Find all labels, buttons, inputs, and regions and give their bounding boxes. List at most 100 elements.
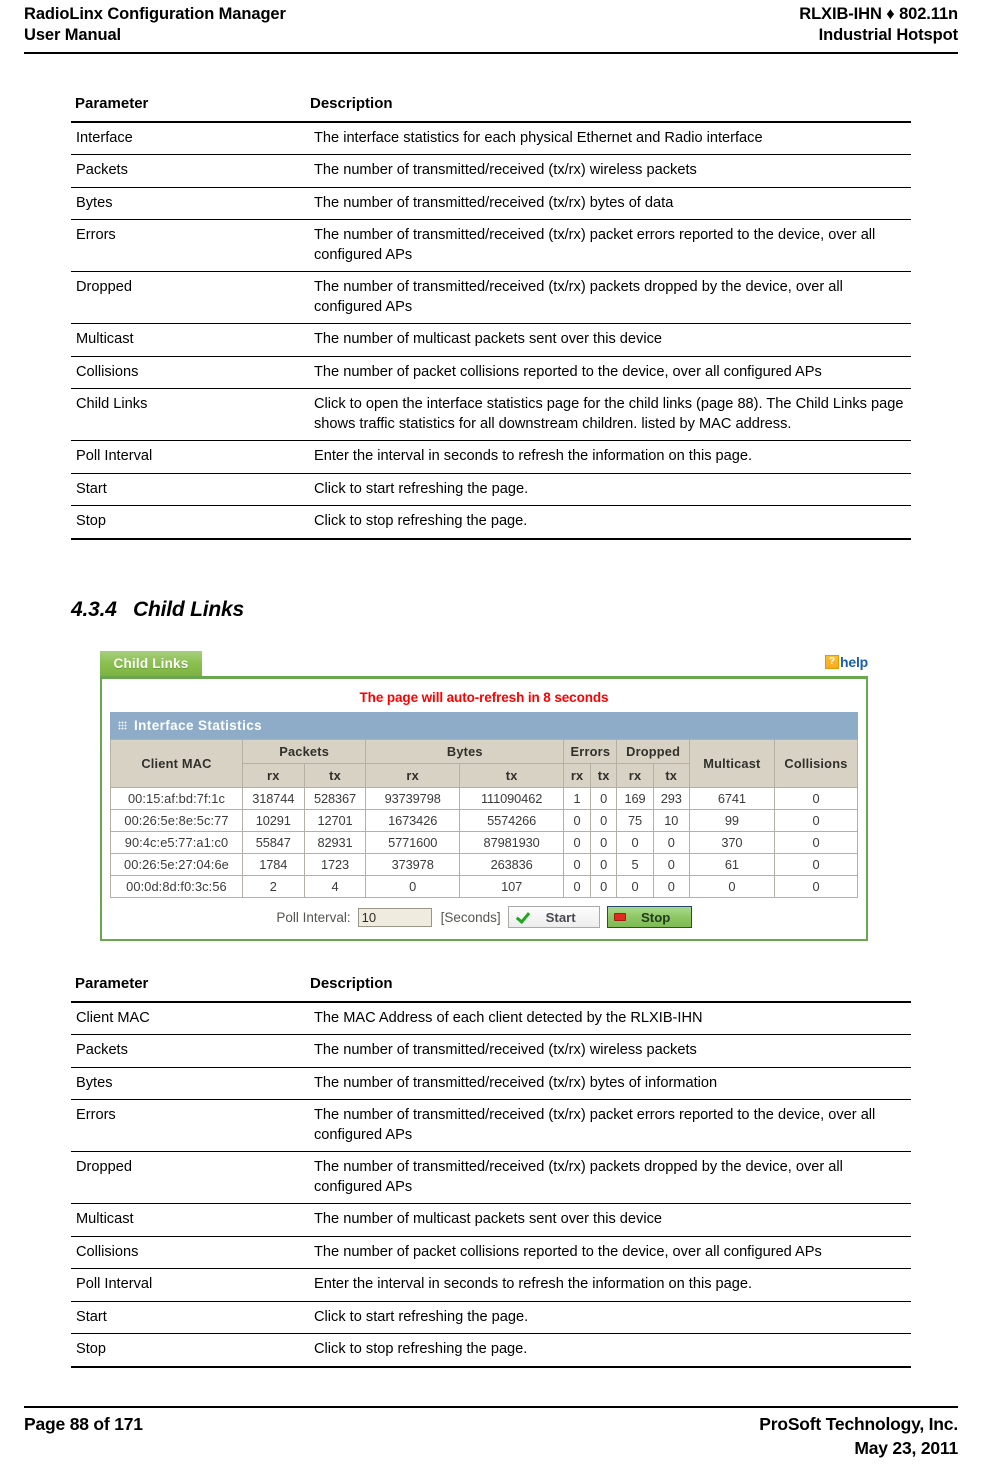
section-heading: 4.3.4 Child Links	[71, 598, 244, 622]
footer-company: ProSoft Technology, Inc.	[759, 1414, 958, 1434]
stats-cell-errors-tx: 0	[589, 875, 618, 898]
stats-cell-errors-tx: 0	[589, 809, 618, 832]
parameter-name: Poll Interval	[71, 1268, 306, 1302]
parameter-description: The MAC Address of each client detected …	[306, 1001, 911, 1035]
stats-cell-errors-rx: 1	[563, 787, 591, 810]
stats-cell-multicast: 61	[688, 853, 775, 876]
table-row: Errors The number of transmitted/received…	[71, 1099, 911, 1152]
parameter-description: The number of packet collisions reported…	[306, 356, 911, 389]
parameter-name: Poll Interval	[71, 440, 306, 474]
table-row: Client MAC The MAC Address of each client…	[71, 1001, 911, 1035]
parameter-table-child-links: Parameter Description Client MAC The MAC …	[71, 968, 911, 1368]
stats-cell-collisions: 0	[773, 853, 859, 876]
stats-cell-collisions: 0	[773, 875, 859, 898]
header-manual-title: RadioLinx Configuration Manager	[24, 5, 286, 23]
footer-left: Page 88 of 171	[24, 1412, 143, 1436]
parameter-description: The number of transmitted/received (tx/r…	[306, 154, 911, 188]
parameter-description: The number of transmitted/received (tx/r…	[306, 187, 911, 220]
poll-interval-units: [Seconds]	[440, 909, 501, 925]
stats-cell-dropped-tx: 0	[652, 875, 690, 898]
app-content-panel: The page will auto-refresh in 8 seconds …	[100, 676, 868, 941]
help-link[interactable]: ? help	[825, 654, 868, 670]
header-left: RadioLinx Configuration Manager User Man…	[24, 4, 286, 46]
table-row: Multicast The number of multicast packets…	[71, 323, 911, 357]
stats-cell-dropped-tx: 10	[652, 809, 690, 832]
parameter-description: Click to start refreshing the page.	[306, 473, 911, 506]
poll-interval-input[interactable]	[357, 907, 432, 927]
stats-cell-bytes-rx: 5771600	[365, 831, 460, 854]
stats-col-dropped: Dropped	[616, 739, 690, 764]
stats-row: 00:26:5e:27:04:6e 1784 1723 373978 263836 0 0 5…	[110, 853, 859, 876]
help-label: help	[840, 654, 868, 670]
table-row: Poll Interval Enter the interval in secon…	[71, 1268, 911, 1302]
stats-subcol-bytes-rx: rx	[365, 763, 460, 788]
panel-header-interface-statistics: Interface Statistics	[110, 712, 858, 739]
stats-cell-packets-tx: 82931	[303, 831, 367, 854]
table-row: Collisions The number of packet collision…	[71, 1236, 911, 1269]
parameter-description: The number of transmitted/received (tx/r…	[306, 1034, 911, 1068]
column-header-parameter: Parameter	[71, 88, 306, 123]
auto-refresh-message: The page will auto-refresh in 8 seconds	[359, 690, 609, 705]
stats-row: 00:0d:8d:f0:3c:56 2 4 0 107 0 0 0 0 0 0	[110, 875, 859, 898]
parameter-description: Click to stop refreshing the page.	[306, 1333, 911, 1368]
parameter-name: Stop	[71, 1333, 306, 1368]
parameter-name: Dropped	[71, 1151, 306, 1204]
stats-cell-errors-rx: 0	[563, 831, 591, 854]
parameter-description: The number of transmitted/received (tx/r…	[306, 271, 911, 324]
start-button-label: Start	[545, 909, 576, 925]
parameter-description: The number of transmitted/received (tx/r…	[306, 219, 911, 272]
parameter-name: Start	[71, 473, 306, 506]
document-header: RadioLinx Configuration Manager User Man…	[0, 0, 982, 46]
stats-subcol-packets-rx: rx	[241, 763, 305, 788]
parameter-description: Click to stop refreshing the page.	[306, 505, 911, 540]
stats-cell-errors-tx: 0	[589, 831, 618, 854]
table-row: Stop Click to stop refreshing the page.	[71, 1333, 911, 1368]
footer-rule	[24, 1406, 958, 1408]
stats-cell-collisions: 0	[773, 831, 859, 854]
stats-subcol-dropped-tx: tx	[652, 763, 690, 788]
table-row: Interface The interface statistics for ea…	[71, 121, 911, 155]
stats-subcol-errors-tx: tx	[589, 763, 618, 788]
parameter-description: Enter the interval in seconds to refresh…	[306, 1268, 911, 1302]
parameter-description: The number of multicast packets sent ove…	[306, 323, 911, 357]
stats-col-multicast: Multicast	[688, 739, 775, 788]
stats-cell-errors-rx: 0	[563, 809, 591, 832]
parameter-description: The number of transmitted/received (tx/r…	[306, 1151, 911, 1204]
stats-cell-bytes-tx: 111090462	[458, 787, 565, 810]
stats-cell-collisions: 0	[773, 787, 859, 810]
section-number: 4.3.4	[71, 598, 117, 621]
parameter-name: Client MAC	[71, 1001, 306, 1035]
stats-col-errors: Errors	[563, 739, 618, 764]
table-row: Poll Interval Enter the interval in secon…	[71, 440, 911, 474]
stats-cell-bytes-tx: 5574266	[458, 809, 565, 832]
table-row: Collisions The number of packet collision…	[71, 356, 911, 389]
parameter-name: Stop	[71, 505, 306, 540]
footer-right: ProSoft Technology, Inc. May 23, 2011	[759, 1412, 958, 1460]
embedded-app-screenshot: Child Links ? help The page will auto-re…	[100, 651, 868, 941]
stats-cell-dropped-rx: 75	[616, 809, 654, 832]
stats-cell-mac: 00:26:5e:27:04:6e	[110, 853, 243, 876]
stats-cell-dropped-rx: 0	[616, 831, 654, 854]
start-button[interactable]: Start	[507, 906, 600, 928]
stats-cell-dropped-tx: 0	[652, 853, 690, 876]
stats-cell-bytes-rx: 93739798	[365, 787, 460, 810]
stats-col-client-mac: Client MAC	[110, 739, 243, 788]
stats-cell-errors-tx: 0	[589, 853, 618, 876]
section-title: Child Links	[133, 598, 244, 621]
footer-date: May 23, 2011	[854, 1438, 958, 1458]
parameter-name: Start	[71, 1301, 306, 1334]
stats-cell-multicast: 6741	[688, 787, 775, 810]
tab-child-links[interactable]: Child Links	[100, 651, 202, 676]
stats-cell-errors-tx: 0	[589, 787, 618, 810]
stop-button[interactable]: Stop	[606, 906, 692, 928]
stats-col-packets: Packets	[241, 739, 367, 764]
parameter-name: Collisions	[71, 1236, 306, 1269]
stats-cell-packets-rx: 55847	[241, 831, 305, 854]
parameter-description: Click to start refreshing the page.	[306, 1301, 911, 1334]
column-header-parameter: Parameter	[71, 968, 306, 1003]
table-header-row: Parameter Description	[71, 88, 911, 123]
parameter-name: Multicast	[71, 1203, 306, 1237]
stats-cell-packets-tx: 1723	[303, 853, 367, 876]
parameter-description: Click to open the interface statistics p…	[306, 388, 911, 441]
poll-interval-controls: Poll Interval: [Seconds] Start Stop	[110, 898, 858, 930]
